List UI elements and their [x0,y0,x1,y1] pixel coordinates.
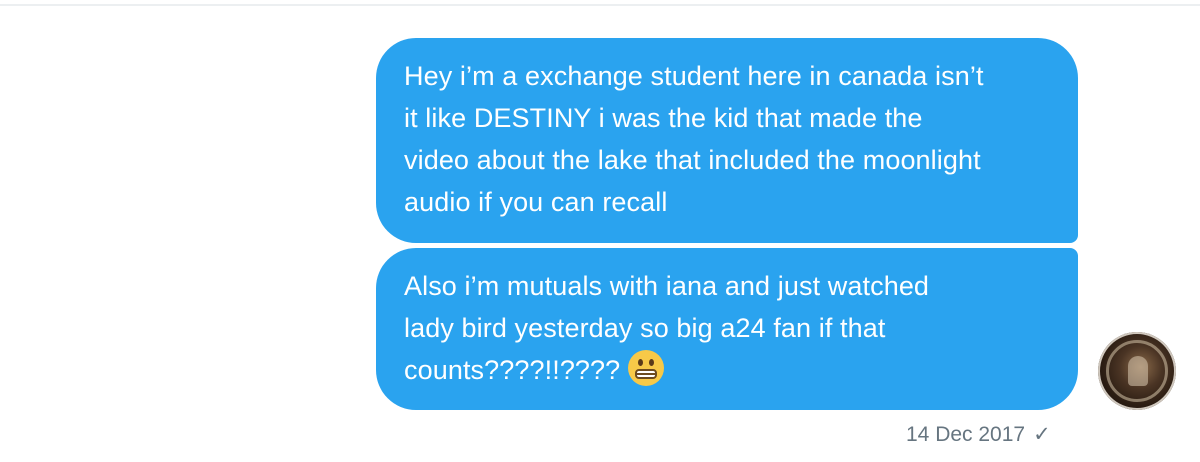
grimacing-face-icon [628,350,665,386]
message-line: audio if you can recall [404,187,668,217]
message-line: it like DESTINY i was the kid that made … [404,103,923,133]
message-line: Also i’m mutuals with iana and just watc… [404,271,930,301]
message-bubble[interactable]: Hey i’m a exchange student here in canad… [376,38,1078,243]
message-line-with-emoji: counts????!!???? [404,349,1054,391]
timestamp: 14 Dec 2017 [906,423,1026,446]
message-line: video about the lake that included the m… [404,145,981,175]
message-thread: Hey i’m a exchange student here in canad… [0,0,1200,462]
top-divider [0,4,1200,6]
message-text: counts????!!???? [404,355,621,385]
check-icon: ✓ [1033,423,1051,446]
avatar[interactable] [1098,332,1176,410]
message-meta: 14 Dec 2017 ✓ [906,422,1051,447]
message-line: Hey i’m a exchange student here in canad… [404,61,984,91]
message-line: lady bird yesterday so big a24 fan if th… [404,313,886,343]
message-bubble[interactable]: Also i’m mutuals with iana and just watc… [376,248,1078,410]
